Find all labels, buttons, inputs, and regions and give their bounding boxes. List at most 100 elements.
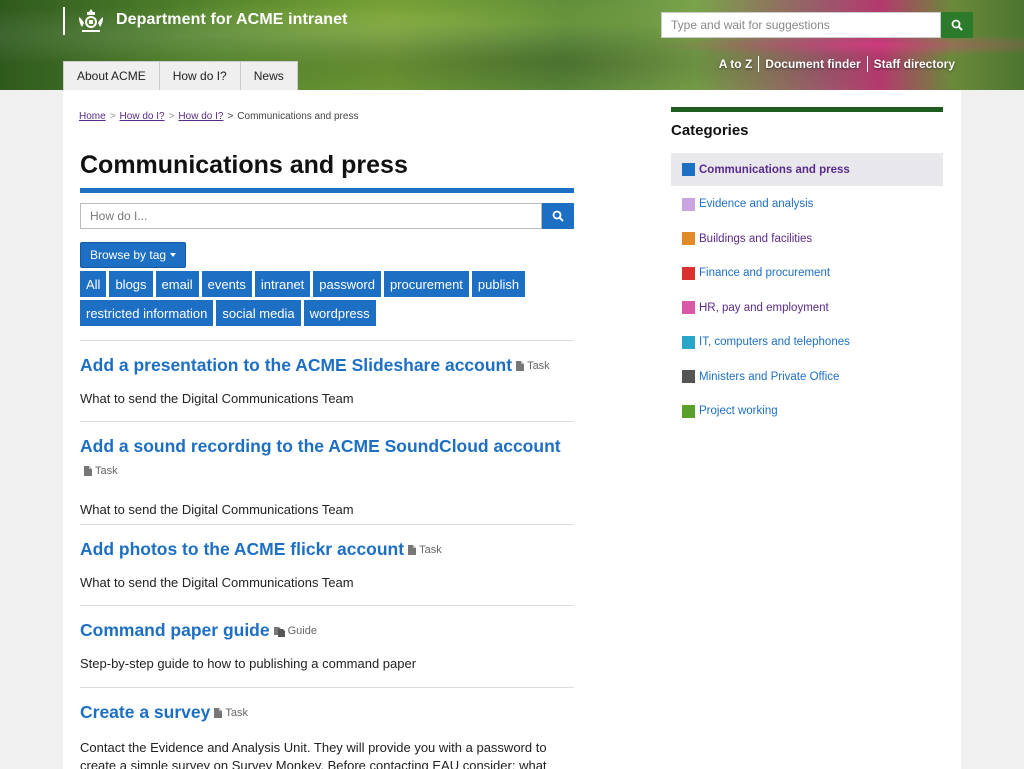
category-label: HR, pay and employment (699, 301, 829, 314)
result-type: Task (84, 459, 118, 483)
caret-down-icon (170, 253, 177, 257)
main-nav: About ACME How do I? News (63, 61, 298, 90)
list-item: Add a presentation to the ACME Slideshar… (80, 340, 574, 421)
category-color-swatch (682, 266, 695, 280)
category-color-swatch (682, 232, 695, 245)
category-evidence-and-analysis[interactable]: Evidence and analysis (671, 188, 943, 221)
document-icon (516, 361, 525, 372)
tag-intranet[interactable]: intranet (254, 271, 311, 297)
result-title: Add photos to the ACME flickr account Tas… (80, 537, 574, 562)
tag-restricted-information[interactable]: restricted information (80, 300, 214, 326)
site-header: Department for ACME intranet About ACME … (0, 0, 1024, 90)
result-type-label: Task (225, 707, 248, 720)
result-type: Task (408, 538, 442, 562)
results-list: Add a presentation to the ACME Slideshar… (80, 340, 574, 769)
staff-directory-link[interactable]: Staff directory (868, 57, 961, 71)
nav-tab-news[interactable]: News (239, 61, 298, 90)
breadcrumb-how-do-i[interactable]: How do I? (120, 111, 165, 122)
category-finance-and-procurement[interactable]: Finance and procurement (671, 257, 943, 290)
breadcrumb-how-do-i-2[interactable]: How do I? (178, 111, 223, 122)
tag-procurement[interactable]: procurement (383, 271, 469, 297)
category-color-swatch (682, 163, 695, 176)
tag-events[interactable]: events (201, 271, 252, 297)
category-color-swatch (682, 335, 695, 349)
nav-tab-about[interactable]: About ACME (63, 61, 160, 90)
category-list: Communications and press Evidence and an… (671, 153, 943, 428)
result-link[interactable]: Command paper guide (80, 620, 270, 640)
result-link[interactable]: Add a sound recording to the ACME SoundC… (80, 436, 561, 456)
category-ministers-and-private-office[interactable]: Ministers and Private Office (671, 360, 943, 393)
category-communications-and-press[interactable]: Communications and press (671, 153, 943, 186)
category-label: Buildings and facilities (699, 232, 813, 245)
tag-wordpress[interactable]: wordpress (303, 300, 376, 326)
breadcrumb-current: Communications and press (237, 111, 359, 122)
category-color-swatch (682, 370, 695, 383)
categories-sidebar: Categories Communications and press Evid… (671, 107, 943, 429)
breadcrumb-separator: > (227, 111, 234, 122)
sidebar-rule (671, 107, 943, 112)
result-title: Add a sound recording to the ACME SoundC… (80, 434, 574, 483)
document-finder-link[interactable]: Document finder (759, 57, 866, 71)
result-type-label: Guide (287, 625, 317, 638)
category-label: Communications and press (699, 163, 850, 176)
category-project-working[interactable]: Project working (671, 395, 943, 428)
tag-blogs[interactable]: blogs (109, 271, 153, 297)
search-icon (951, 19, 963, 31)
breadcrumb-separator: > (168, 111, 175, 122)
result-link[interactable]: Create a survey (80, 702, 210, 722)
search-icon (552, 210, 564, 222)
how-do-i-input[interactable] (80, 203, 542, 229)
result-title: Create a survey Task (80, 700, 574, 725)
browse-by-tag-button[interactable]: Browse by tag (80, 242, 187, 268)
documents-icon (273, 626, 285, 637)
tag-publish[interactable]: publish (471, 271, 526, 297)
list-item: Add a sound recording to the ACME SoundC… (80, 421, 574, 524)
list-item: Command paper guide Guide Step-by-step gu… (80, 605, 574, 687)
categories-heading: Categories (671, 122, 749, 139)
a-to-z-link[interactable]: A to Z (713, 57, 759, 71)
category-label: Evidence and analysis (699, 198, 814, 210)
breadcrumb-separator: > (109, 111, 116, 122)
site-title[interactable]: Department for ACME intranet (116, 11, 348, 29)
crest-icon (73, 7, 109, 35)
result-type: Guide (273, 619, 317, 643)
result-type-label: Task (527, 360, 550, 373)
result-link[interactable]: Add a presentation to the ACME Slideshar… (80, 355, 512, 375)
tag-password[interactable]: password (313, 271, 381, 297)
category-color-swatch (682, 301, 695, 314)
category-it-computers-and-telephones[interactable]: IT, computers and telephones (671, 326, 943, 359)
browse-by-tag-label: Browse by tag (90, 248, 167, 262)
title-rule (80, 188, 574, 193)
site-search-input[interactable] (661, 12, 941, 38)
tag-social-media[interactable]: social media (216, 300, 301, 326)
category-label: Ministers and Private Office (699, 370, 840, 383)
breadcrumb-home[interactable]: Home (79, 111, 106, 122)
tag-list: All blogs email events intranet password… (80, 271, 574, 326)
how-do-i-search-button[interactable] (542, 203, 574, 229)
category-label: IT, computers and telephones (699, 336, 850, 348)
result-description: Contact the Evidence and Analysis Unit. … (80, 740, 547, 769)
result-link[interactable]: Add photos to the ACME flickr account (80, 539, 404, 559)
page-content: Home > How do I? > How do I? > Communications … (63, 90, 961, 769)
result-type: Task (516, 354, 550, 378)
logo[interactable] (63, 7, 109, 35)
result-type-label: Task (419, 544, 442, 557)
result-description: What to send the Digital Communications … (80, 391, 354, 407)
document-icon (84, 466, 92, 477)
category-color-swatch (682, 197, 695, 211)
page-title: Communications and press (80, 151, 408, 179)
category-label: Finance and procurement (699, 267, 831, 279)
nav-tab-how-do-i[interactable]: How do I? (158, 61, 241, 90)
tag-email[interactable]: email (155, 271, 199, 297)
category-hr-pay-and-employment[interactable]: HR, pay and employment (671, 291, 943, 324)
category-buildings-and-facilities[interactable]: Buildings and facilities (671, 222, 943, 255)
list-item: Create a survey Task Contact the Evidence… (80, 687, 574, 769)
result-type-label: Task (95, 465, 118, 478)
result-title: Add a presentation to the ACME Slideshar… (80, 353, 574, 378)
result-title: Command paper guide Guide (80, 618, 574, 643)
tag-all[interactable]: All (80, 271, 107, 297)
utility-nav: A to Z Document finder Staff directory (713, 55, 961, 73)
site-search-button[interactable] (941, 12, 973, 38)
result-description: Step-by-step guide to how to publishing … (80, 656, 417, 672)
document-icon (214, 708, 223, 719)
